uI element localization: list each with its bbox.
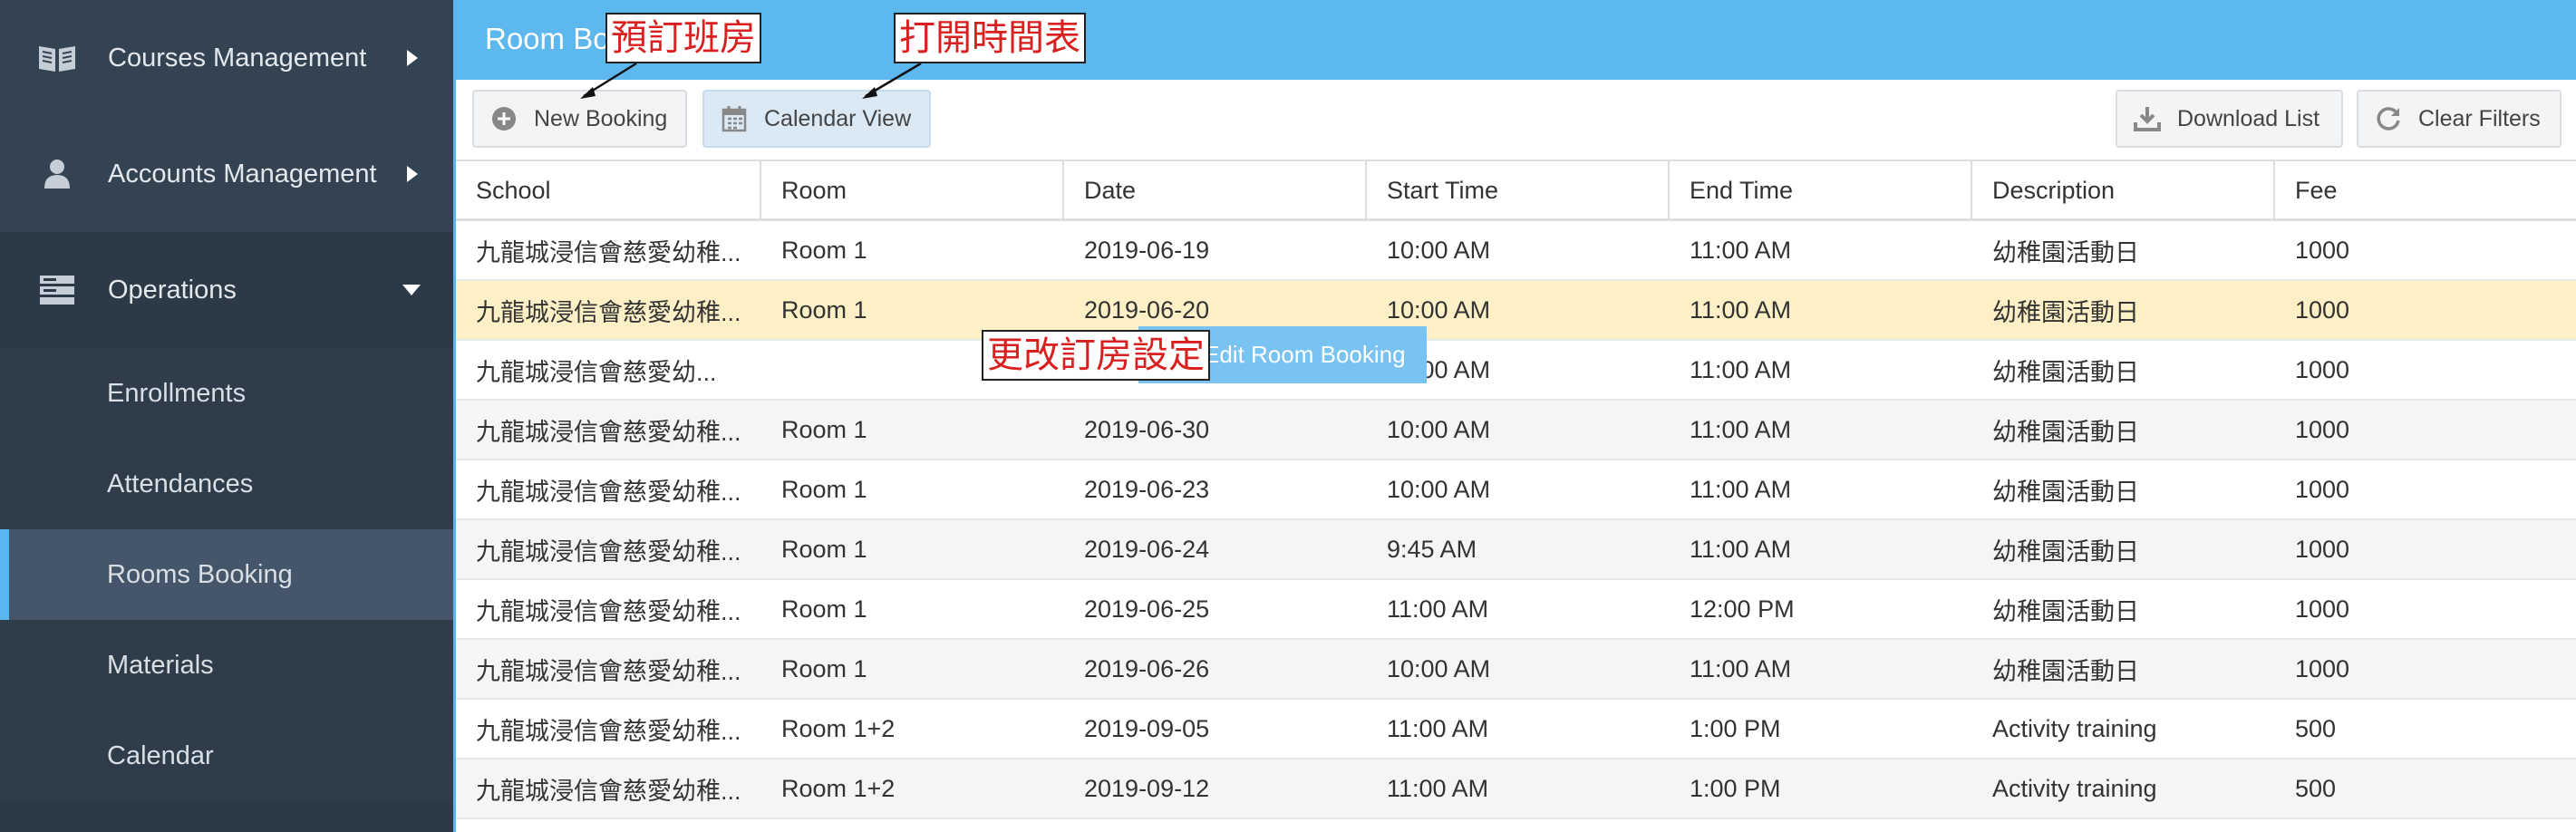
annotation-new-booking: 預訂班房	[605, 13, 761, 63]
annotation-arrows	[580, 62, 922, 99]
annotation-edit-booking: 更改訂房設定	[982, 330, 1210, 381]
annotation-calendar-view: 打開時間表	[894, 13, 1086, 63]
arrow-head	[580, 87, 596, 99]
arrow-head	[862, 87, 877, 99]
